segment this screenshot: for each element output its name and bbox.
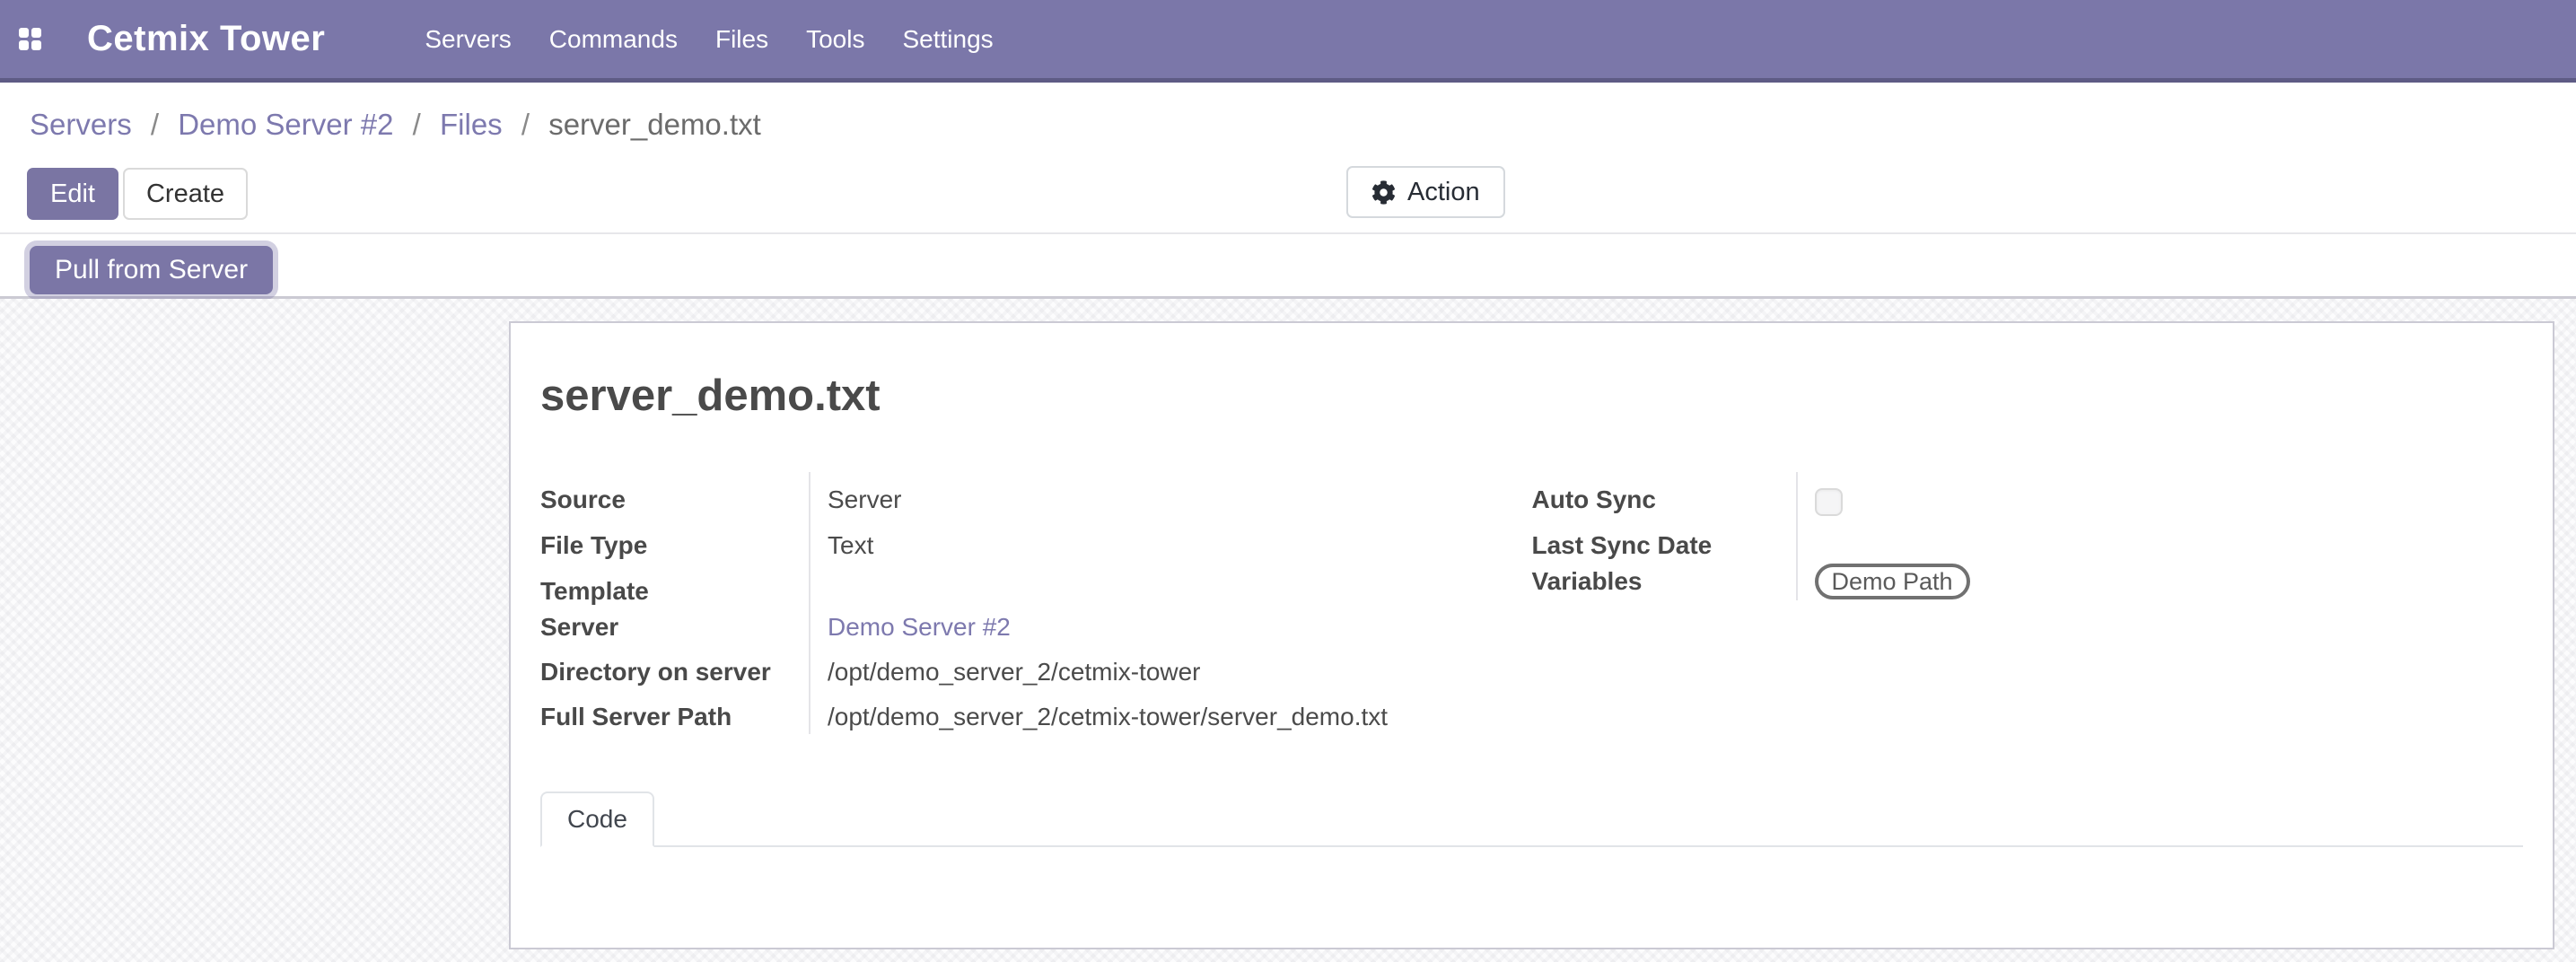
- field-value-variables: Demo Path: [1796, 554, 2524, 600]
- tab-code[interactable]: Code: [540, 791, 654, 847]
- breadcrumb-separator: /: [151, 108, 159, 141]
- control-panel: Servers / Demo Server #2 / Files / serve…: [0, 87, 2576, 234]
- gear-icon: [1371, 180, 1396, 205]
- action-button[interactable]: Action: [1346, 166, 1505, 218]
- menu-item-tools[interactable]: Tools: [787, 0, 883, 81]
- grid-square: [31, 28, 41, 38]
- field-value-source: Server: [809, 472, 1532, 518]
- variable-tag: Demo Path: [1815, 564, 1970, 599]
- create-button[interactable]: Create: [123, 168, 248, 220]
- menu-item-files[interactable]: Files: [697, 0, 787, 81]
- grid-square: [31, 40, 41, 50]
- breadcrumb-link-servers[interactable]: Servers: [30, 108, 132, 141]
- field-group-right: Auto Sync Last Sync Date Variables Demo …: [1532, 472, 2524, 734]
- control-panel-buttons: Edit Create: [27, 168, 248, 220]
- field-value-server: Demo Server #2: [809, 599, 1532, 644]
- content-background: server_demo.txt Source Server File Type …: [0, 299, 2576, 962]
- field-value-file-type: Text: [809, 518, 1532, 564]
- field-groups: Source Server File Type Text Template Se…: [540, 472, 2523, 734]
- pull-from-server-button[interactable]: Pull from Server: [30, 246, 273, 294]
- field-label-last-sync-date: Last Sync Date: [1532, 518, 1796, 554]
- field-value-full-server-path: /opt/demo_server_2/cetmix-tower/server_d…: [809, 689, 1532, 734]
- grid-square: [19, 28, 29, 38]
- field-label-source: Source: [540, 472, 809, 518]
- breadcrumb-link-demo-server[interactable]: Demo Server #2: [178, 108, 393, 141]
- field-label-server: Server: [540, 599, 809, 644]
- tab-code-content: [540, 847, 2523, 937]
- field-group-left: Source Server File Type Text Template Se…: [540, 472, 1532, 734]
- field-value-auto-sync: [1796, 472, 2524, 518]
- field-value-template: [809, 564, 1532, 599]
- field-label-directory-on-server: Directory on server: [540, 644, 809, 689]
- server-record-link[interactable]: Demo Server #2: [828, 613, 1011, 641]
- menu-item-settings[interactable]: Settings: [883, 0, 1012, 81]
- tab-header: Code: [540, 791, 2523, 847]
- menu-item-servers[interactable]: Servers: [406, 0, 530, 81]
- breadcrumb-separator: /: [413, 108, 421, 141]
- breadcrumb-separator: /: [521, 108, 530, 141]
- field-label-template: Template: [540, 564, 809, 599]
- field-label-full-server-path: Full Server Path: [540, 689, 809, 734]
- app-brand[interactable]: Cetmix Tower: [87, 19, 325, 59]
- field-label-auto-sync: Auto Sync: [1532, 472, 1796, 518]
- top-navbar: Cetmix Tower Servers Commands Files Tool…: [0, 0, 2576, 83]
- field-label-variables: Variables: [1532, 554, 1796, 600]
- edit-button[interactable]: Edit: [27, 168, 118, 220]
- field-label-file-type: File Type: [540, 518, 809, 564]
- breadcrumb-link-files[interactable]: Files: [440, 108, 503, 141]
- auto-sync-checkbox[interactable]: [1815, 488, 1843, 516]
- breadcrumb-current: server_demo.txt: [548, 108, 761, 141]
- record-title: server_demo.txt: [540, 370, 2523, 422]
- main-menu: Servers Commands Files Tools Settings: [406, 0, 1012, 81]
- breadcrumb: Servers / Demo Server #2 / Files / serve…: [30, 105, 761, 144]
- field-value-directory-on-server: /opt/demo_server_2/cetmix-tower: [809, 644, 1532, 689]
- action-button-label: Action: [1407, 177, 1480, 207]
- menu-item-commands[interactable]: Commands: [530, 0, 697, 81]
- grid-square: [19, 40, 29, 50]
- notebook: Code: [540, 791, 2523, 937]
- page: Cetmix Tower Servers Commands Files Tool…: [0, 0, 2576, 962]
- apps-grid-icon[interactable]: [19, 28, 41, 50]
- statusbar: Pull from Server: [0, 236, 2576, 299]
- form-sheet: server_demo.txt Source Server File Type …: [509, 321, 2554, 949]
- field-value-last-sync-date: [1796, 518, 2524, 554]
